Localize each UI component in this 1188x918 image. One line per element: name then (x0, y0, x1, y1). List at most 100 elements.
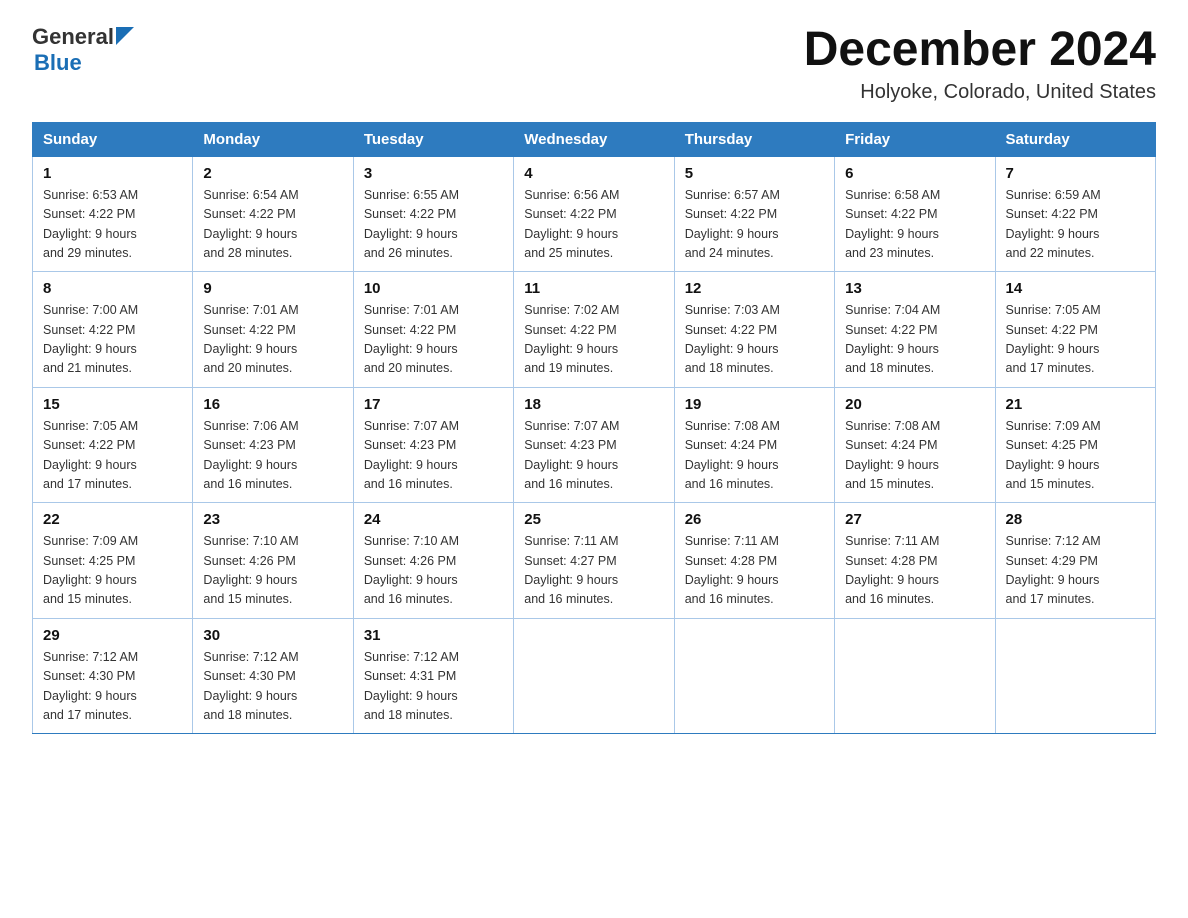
calendar-cell: 21 Sunrise: 7:09 AM Sunset: 4:25 PM Dayl… (995, 387, 1155, 503)
day-number: 14 (1006, 280, 1145, 297)
calendar-cell: 17 Sunrise: 7:07 AM Sunset: 4:23 PM Dayl… (353, 387, 513, 503)
cell-info: Sunrise: 7:10 AM Sunset: 4:26 PM Dayligh… (203, 532, 342, 610)
cell-info: Sunrise: 7:04 AM Sunset: 4:22 PM Dayligh… (845, 301, 984, 379)
col-tuesday: Tuesday (353, 122, 513, 156)
cell-info: Sunrise: 7:12 AM Sunset: 4:31 PM Dayligh… (364, 648, 503, 726)
col-sunday: Sunday (33, 122, 193, 156)
calendar-cell: 26 Sunrise: 7:11 AM Sunset: 4:28 PM Dayl… (674, 503, 834, 619)
week-row-3: 15 Sunrise: 7:05 AM Sunset: 4:22 PM Dayl… (33, 387, 1156, 503)
cell-info: Sunrise: 7:08 AM Sunset: 4:24 PM Dayligh… (845, 417, 984, 495)
cell-info: Sunrise: 7:00 AM Sunset: 4:22 PM Dayligh… (43, 301, 182, 379)
cell-info: Sunrise: 6:54 AM Sunset: 4:22 PM Dayligh… (203, 186, 342, 264)
calendar-cell (674, 618, 834, 734)
day-number: 2 (203, 165, 342, 182)
cell-info: Sunrise: 6:59 AM Sunset: 4:22 PM Dayligh… (1006, 186, 1145, 264)
calendar-cell: 31 Sunrise: 7:12 AM Sunset: 4:31 PM Dayl… (353, 618, 513, 734)
calendar-cell: 29 Sunrise: 7:12 AM Sunset: 4:30 PM Dayl… (33, 618, 193, 734)
calendar-cell: 16 Sunrise: 7:06 AM Sunset: 4:23 PM Dayl… (193, 387, 353, 503)
calendar-cell: 2 Sunrise: 6:54 AM Sunset: 4:22 PM Dayli… (193, 156, 353, 272)
calendar-cell: 15 Sunrise: 7:05 AM Sunset: 4:22 PM Dayl… (33, 387, 193, 503)
cell-info: Sunrise: 7:12 AM Sunset: 4:30 PM Dayligh… (203, 648, 342, 726)
calendar-cell: 7 Sunrise: 6:59 AM Sunset: 4:22 PM Dayli… (995, 156, 1155, 272)
week-row-1: 1 Sunrise: 6:53 AM Sunset: 4:22 PM Dayli… (33, 156, 1156, 272)
cell-info: Sunrise: 7:11 AM Sunset: 4:27 PM Dayligh… (524, 532, 663, 610)
day-number: 30 (203, 627, 342, 644)
day-number: 10 (364, 280, 503, 297)
day-number: 22 (43, 511, 182, 528)
day-number: 26 (685, 511, 824, 528)
calendar-cell: 13 Sunrise: 7:04 AM Sunset: 4:22 PM Dayl… (835, 272, 995, 388)
calendar-cell: 5 Sunrise: 6:57 AM Sunset: 4:22 PM Dayli… (674, 156, 834, 272)
cell-info: Sunrise: 6:58 AM Sunset: 4:22 PM Dayligh… (845, 186, 984, 264)
header-row: Sunday Monday Tuesday Wednesday Thursday… (33, 122, 1156, 156)
calendar-title: December 2024 (804, 24, 1156, 77)
col-wednesday: Wednesday (514, 122, 674, 156)
calendar-cell (514, 618, 674, 734)
day-number: 23 (203, 511, 342, 528)
cell-info: Sunrise: 7:09 AM Sunset: 4:25 PM Dayligh… (1006, 417, 1145, 495)
col-saturday: Saturday (995, 122, 1155, 156)
calendar-cell: 24 Sunrise: 7:10 AM Sunset: 4:26 PM Dayl… (353, 503, 513, 619)
day-number: 8 (43, 280, 182, 297)
cell-info: Sunrise: 7:03 AM Sunset: 4:22 PM Dayligh… (685, 301, 824, 379)
day-number: 28 (1006, 511, 1145, 528)
cell-info: Sunrise: 6:55 AM Sunset: 4:22 PM Dayligh… (364, 186, 503, 264)
calendar-cell: 4 Sunrise: 6:56 AM Sunset: 4:22 PM Dayli… (514, 156, 674, 272)
cell-info: Sunrise: 7:11 AM Sunset: 4:28 PM Dayligh… (685, 532, 824, 610)
day-number: 19 (685, 396, 824, 413)
cell-info: Sunrise: 6:53 AM Sunset: 4:22 PM Dayligh… (43, 186, 182, 264)
col-thursday: Thursday (674, 122, 834, 156)
cell-info: Sunrise: 7:06 AM Sunset: 4:23 PM Dayligh… (203, 417, 342, 495)
cell-info: Sunrise: 7:11 AM Sunset: 4:28 PM Dayligh… (845, 532, 984, 610)
day-number: 7 (1006, 165, 1145, 182)
cell-info: Sunrise: 6:57 AM Sunset: 4:22 PM Dayligh… (685, 186, 824, 264)
cell-info: Sunrise: 7:01 AM Sunset: 4:22 PM Dayligh… (203, 301, 342, 379)
logo-blue-text: Blue (34, 50, 134, 76)
day-number: 18 (524, 396, 663, 413)
col-friday: Friday (835, 122, 995, 156)
day-number: 11 (524, 280, 663, 297)
day-number: 21 (1006, 396, 1145, 413)
cell-info: Sunrise: 7:05 AM Sunset: 4:22 PM Dayligh… (43, 417, 182, 495)
calendar-cell: 25 Sunrise: 7:11 AM Sunset: 4:27 PM Dayl… (514, 503, 674, 619)
logo-general-text: General (32, 24, 114, 50)
logo: General Blue (32, 24, 134, 76)
calendar-cell: 23 Sunrise: 7:10 AM Sunset: 4:26 PM Dayl… (193, 503, 353, 619)
week-row-5: 29 Sunrise: 7:12 AM Sunset: 4:30 PM Dayl… (33, 618, 1156, 734)
day-number: 5 (685, 165, 824, 182)
day-number: 20 (845, 396, 984, 413)
logo-arrow-icon (116, 27, 134, 45)
cell-info: Sunrise: 7:07 AM Sunset: 4:23 PM Dayligh… (364, 417, 503, 495)
cell-info: Sunrise: 7:01 AM Sunset: 4:22 PM Dayligh… (364, 301, 503, 379)
week-row-2: 8 Sunrise: 7:00 AM Sunset: 4:22 PM Dayli… (33, 272, 1156, 388)
cell-info: Sunrise: 7:10 AM Sunset: 4:26 PM Dayligh… (364, 532, 503, 610)
day-number: 25 (524, 511, 663, 528)
calendar-cell: 14 Sunrise: 7:05 AM Sunset: 4:22 PM Dayl… (995, 272, 1155, 388)
calendar-cell (835, 618, 995, 734)
day-number: 6 (845, 165, 984, 182)
calendar-cell: 19 Sunrise: 7:08 AM Sunset: 4:24 PM Dayl… (674, 387, 834, 503)
calendar-table: Sunday Monday Tuesday Wednesday Thursday… (32, 122, 1156, 735)
title-block: December 2024 Holyoke, Colorado, United … (804, 24, 1156, 104)
calendar-cell: 18 Sunrise: 7:07 AM Sunset: 4:23 PM Dayl… (514, 387, 674, 503)
week-row-4: 22 Sunrise: 7:09 AM Sunset: 4:25 PM Dayl… (33, 503, 1156, 619)
day-number: 1 (43, 165, 182, 182)
day-number: 27 (845, 511, 984, 528)
calendar-cell: 20 Sunrise: 7:08 AM Sunset: 4:24 PM Dayl… (835, 387, 995, 503)
calendar-cell: 12 Sunrise: 7:03 AM Sunset: 4:22 PM Dayl… (674, 272, 834, 388)
cell-info: Sunrise: 7:05 AM Sunset: 4:22 PM Dayligh… (1006, 301, 1145, 379)
calendar-cell: 11 Sunrise: 7:02 AM Sunset: 4:22 PM Dayl… (514, 272, 674, 388)
day-number: 12 (685, 280, 824, 297)
day-number: 16 (203, 396, 342, 413)
day-number: 29 (43, 627, 182, 644)
calendar-cell: 1 Sunrise: 6:53 AM Sunset: 4:22 PM Dayli… (33, 156, 193, 272)
calendar-cell: 6 Sunrise: 6:58 AM Sunset: 4:22 PM Dayli… (835, 156, 995, 272)
cell-info: Sunrise: 7:07 AM Sunset: 4:23 PM Dayligh… (524, 417, 663, 495)
day-number: 17 (364, 396, 503, 413)
cell-info: Sunrise: 7:08 AM Sunset: 4:24 PM Dayligh… (685, 417, 824, 495)
cell-info: Sunrise: 7:02 AM Sunset: 4:22 PM Dayligh… (524, 301, 663, 379)
calendar-cell: 22 Sunrise: 7:09 AM Sunset: 4:25 PM Dayl… (33, 503, 193, 619)
calendar-cell: 30 Sunrise: 7:12 AM Sunset: 4:30 PM Dayl… (193, 618, 353, 734)
calendar-cell: 27 Sunrise: 7:11 AM Sunset: 4:28 PM Dayl… (835, 503, 995, 619)
page-header: General Blue December 2024 Holyoke, Colo… (32, 24, 1156, 104)
